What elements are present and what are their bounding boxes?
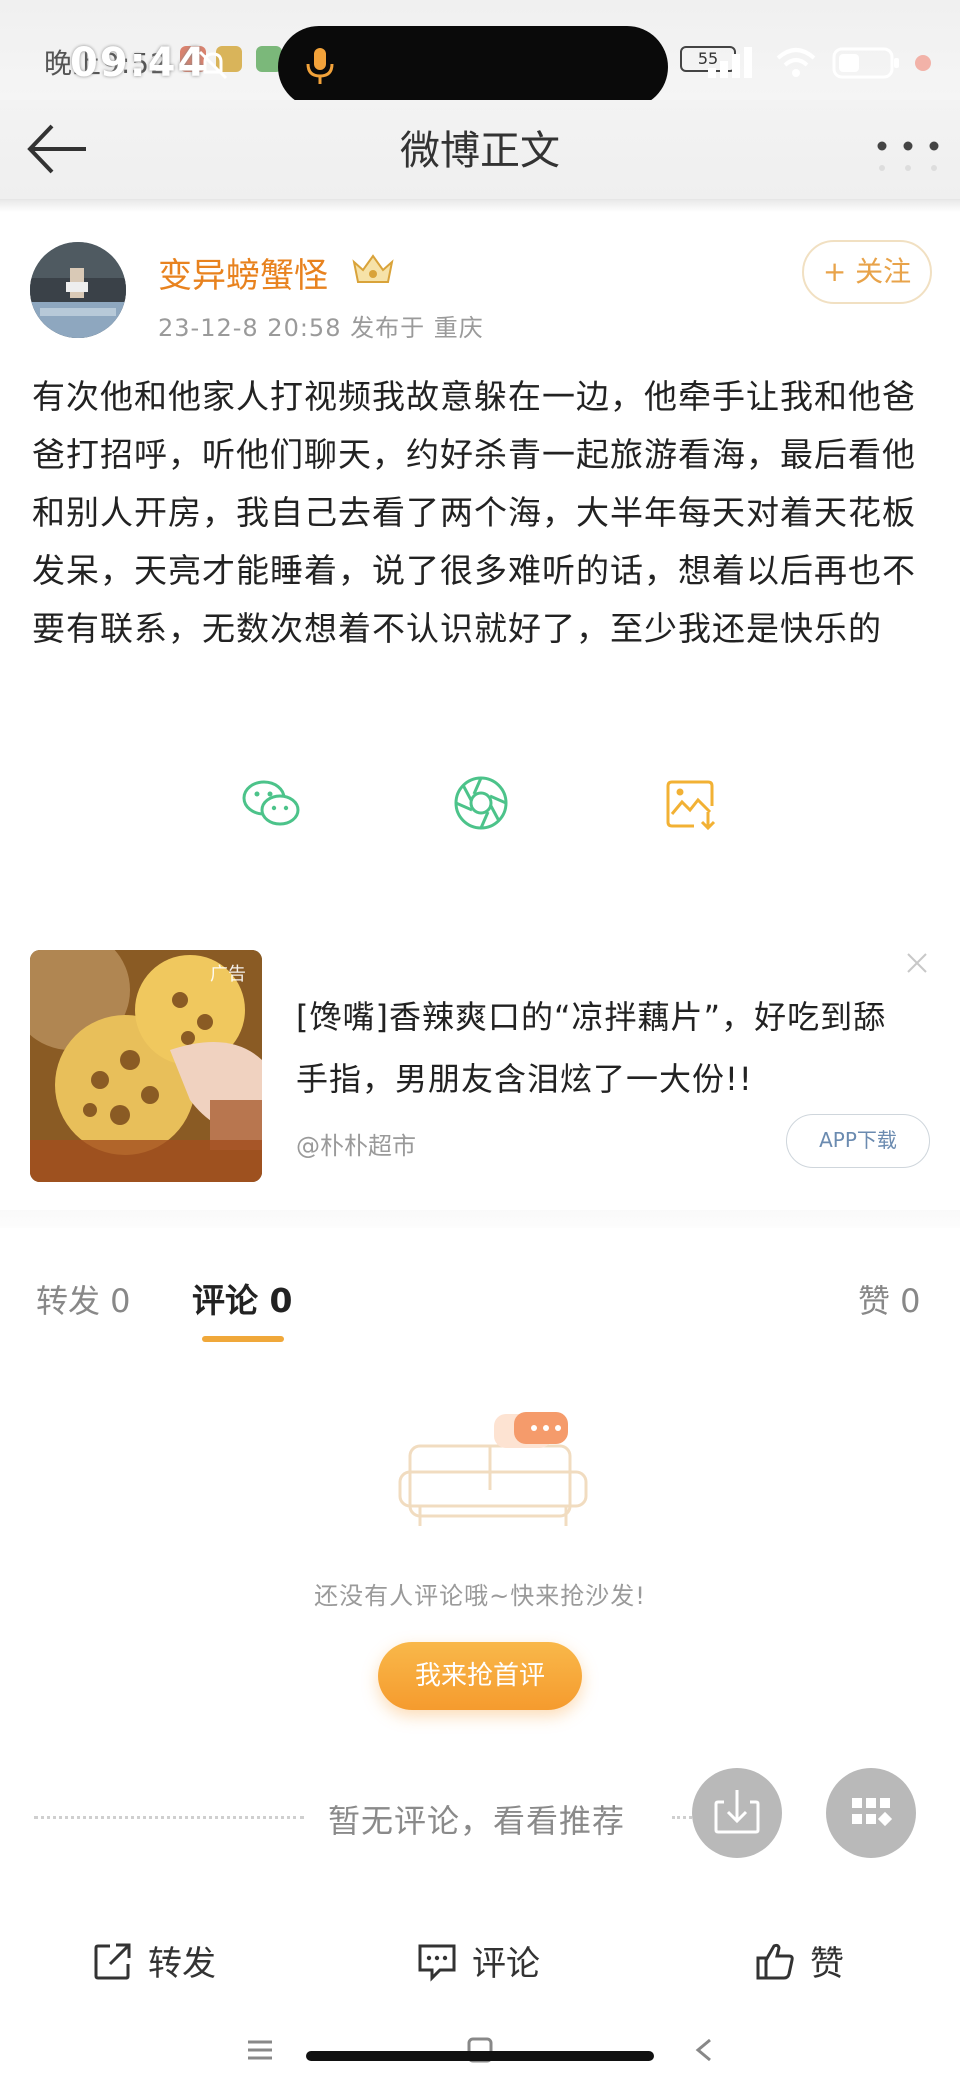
nav-divider xyxy=(0,200,960,212)
repost-label: 转发 xyxy=(148,1944,216,1984)
post-meta: 23-12-8 20:58 发布于 重庆 xyxy=(158,314,484,342)
comment-label: 评论 xyxy=(472,1944,540,1984)
empty-comments-text: 还没有人评论哦~快来抢沙发! xyxy=(314,1582,646,1610)
app-download-button[interactable]: APP下载 xyxy=(786,1114,930,1168)
tab-comment[interactable]: 评论 0 xyxy=(192,1274,292,1322)
download-icon xyxy=(714,1790,760,1834)
repost-button[interactable]: 转发 xyxy=(92,1936,216,1985)
close-icon[interactable] xyxy=(904,950,930,976)
comment-icon xyxy=(418,1944,456,1982)
more-options-icon[interactable] xyxy=(868,122,948,182)
active-tab-indicator xyxy=(202,1336,284,1342)
tab-repost[interactable]: 转发 0 xyxy=(36,1276,131,1322)
ad-source: @朴朴超市 xyxy=(296,1132,416,1160)
ad-image[interactable]: 广告 xyxy=(30,950,262,1182)
settings-icon xyxy=(915,55,931,71)
section-divider xyxy=(0,1210,960,1228)
avatar[interactable] xyxy=(30,242,126,338)
save-image-icon[interactable] xyxy=(664,776,720,832)
tab-like[interactable]: 赞 0 xyxy=(858,1276,921,1322)
like-button[interactable]: 赞 xyxy=(754,1936,844,1985)
download-button[interactable] xyxy=(692,1768,782,1858)
empty-sofa-icon xyxy=(398,1412,588,1526)
avatar-image xyxy=(30,242,126,338)
bell-off-icon xyxy=(198,50,228,80)
dotted-divider-left xyxy=(34,1816,304,1819)
repost-icon xyxy=(94,1943,131,1979)
ad-title[interactable]: [馋嘴]香辣爽口的“凉拌藕片”，好吃到舔手指，男朋友含泪炫了一大份!! xyxy=(296,986,896,1110)
author-name[interactable]: 变异螃蟹怪 xyxy=(158,248,328,297)
like-label: 赞 xyxy=(810,1944,844,1984)
dotted-divider-right xyxy=(672,1816,692,1819)
post-body: 有次他和他家人打视频我故意躲在一边，他牵手让我和他爸爸打招呼，听他们聊天，约好杀… xyxy=(32,377,916,648)
menu-grid-button[interactable] xyxy=(826,1768,916,1858)
wifi-icon xyxy=(776,48,816,77)
wechat-icon[interactable] xyxy=(240,776,304,832)
clock: 09:44 xyxy=(70,40,208,86)
comment-button[interactable]: 评论 xyxy=(416,1936,540,1985)
crown-badge-icon xyxy=(352,254,394,283)
menu-lines-icon[interactable] xyxy=(246,2038,274,2062)
page-title: 微博正文 xyxy=(400,128,560,174)
ad-label: 广告 xyxy=(210,964,246,985)
follow-button[interactable]: + 关注 xyxy=(802,240,932,304)
home-indicator[interactable] xyxy=(306,2051,654,2061)
first-comment-button[interactable]: 我来抢首评 xyxy=(378,1642,582,1710)
microphone-icon xyxy=(306,48,334,84)
thumbs-up-icon xyxy=(756,1943,794,1979)
grid-icon xyxy=(852,1798,893,1827)
cellular-signal-icon xyxy=(708,47,752,78)
back-chevron-icon[interactable] xyxy=(692,2036,716,2064)
recommend-text: 暂无评论，看看推荐 xyxy=(328,1802,626,1840)
moments-icon[interactable] xyxy=(452,774,510,832)
battery-icon xyxy=(832,47,899,79)
bottom-action-bar: 转发 评论 赞 xyxy=(0,1900,960,2020)
nav-bar: 微博正文 xyxy=(0,100,960,200)
